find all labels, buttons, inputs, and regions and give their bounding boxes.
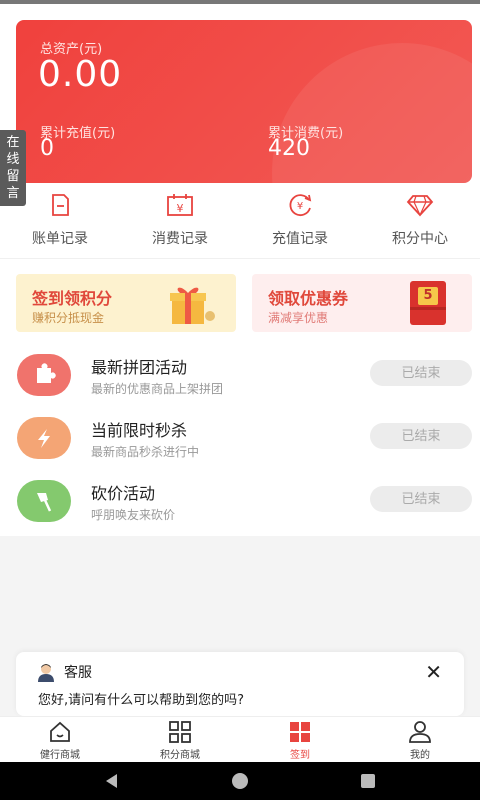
quick-item-recharge[interactable]: ¥ 充值记录 xyxy=(240,192,360,252)
puzzle-glyph xyxy=(37,363,56,383)
customer-service-popup[interactable]: 客服 ✕ 您好,请问有什么可以帮助到您的吗? xyxy=(16,652,464,716)
quick-item-consumption[interactable]: ¥ 消费记录 xyxy=(120,192,240,252)
axe-icon xyxy=(17,480,71,522)
lightning-icon xyxy=(17,417,71,459)
tab-label: 签到 xyxy=(290,750,310,761)
bill-icon xyxy=(52,194,69,216)
red-envelope-icon: 5 xyxy=(410,281,446,325)
coupon-title: 领取优惠券 xyxy=(268,289,349,308)
diamond-icon xyxy=(406,195,434,217)
tab-label: 我的 xyxy=(410,750,430,761)
user-icon xyxy=(409,721,431,743)
calendar-yen-icon: ¥ xyxy=(167,194,193,216)
home-circle-icon[interactable] xyxy=(231,772,249,790)
quick-item-label: 充值记录 xyxy=(272,231,328,247)
section-divider xyxy=(0,258,480,259)
envelope-badge: 5 xyxy=(418,287,438,305)
total-assets-value: 0.00 xyxy=(38,54,123,95)
svg-text:¥: ¥ xyxy=(177,202,184,215)
agent-avatar-icon xyxy=(38,664,54,682)
back-icon[interactable] xyxy=(103,772,121,790)
activity-group-buy[interactable]: 最新拼团活动 最新的优惠商品上架拼团 已结束 xyxy=(0,350,480,406)
tab-label: 健行商城 xyxy=(40,750,80,761)
tab-label: 积分商城 xyxy=(160,750,200,761)
coupon-subtitle: 满减享优惠 xyxy=(268,311,329,325)
activity-title: 砍价活动 xyxy=(91,484,156,503)
coupon-card[interactable]: 领取优惠券 满减享优惠 5 xyxy=(252,274,472,332)
home-icon xyxy=(50,721,70,742)
card-decoration xyxy=(272,43,472,183)
activity-subtitle: 最新的优惠商品上架拼团 xyxy=(91,382,224,396)
activity-flash-sale[interactable]: 当前限时秒杀 最新商品秒杀进行中 已结束 xyxy=(0,413,480,469)
gift-box-icon xyxy=(170,287,215,324)
recents-icon[interactable] xyxy=(359,772,377,790)
bottom-tab-bar: 健行商城 积分商城 签到 我的 xyxy=(0,716,480,762)
chat-title: 客服 xyxy=(64,665,92,681)
lightning-glyph xyxy=(38,429,50,448)
axe-glyph xyxy=(37,493,52,512)
activity-title: 最新拼团活动 xyxy=(91,358,188,377)
activity-status-button[interactable]: 已结束 xyxy=(370,360,472,386)
quick-item-bills[interactable]: 账单记录 xyxy=(0,192,120,252)
quick-item-label: 消费记录 xyxy=(152,231,208,247)
quick-item-label: 账单记录 xyxy=(32,231,88,247)
puzzle-icon xyxy=(17,354,71,396)
sign-in-subtitle: 赚积分抵现金 xyxy=(32,311,105,325)
checkin-icon xyxy=(290,722,310,742)
chat-message: 您好,请问有什么可以帮助到您的吗? xyxy=(38,693,245,708)
system-navigation-bar xyxy=(0,762,480,800)
tab-check-in[interactable]: 签到 xyxy=(240,717,360,762)
activity-status-button[interactable]: 已结束 xyxy=(370,423,472,449)
activity-subtitle: 最新商品秒杀进行中 xyxy=(91,445,200,459)
tab-mine[interactable]: 我的 xyxy=(360,717,480,762)
activity-bargain[interactable]: 砍价活动 呼朋唤友来砍价 已结束 xyxy=(0,476,480,532)
quick-menu: 账单记录 ¥ 消费记录 ¥ 充值记录 积分中心 xyxy=(0,192,480,252)
balance-card: 总资产(元) 0.00 累计充值(元) 0 累计消费(元) 420 xyxy=(16,20,472,183)
envelope-flap xyxy=(410,307,446,310)
quick-item-points[interactable]: 积分中心 xyxy=(360,192,480,252)
tab-home[interactable]: 健行商城 xyxy=(0,717,120,762)
quick-item-label: 积分中心 xyxy=(392,231,448,247)
total-consume-value: 420 xyxy=(268,136,310,161)
activity-status-button[interactable]: 已结束 xyxy=(370,486,472,512)
sign-in-points-card[interactable]: 签到领积分 赚积分抵现金 xyxy=(16,274,236,332)
sign-in-title: 签到领积分 xyxy=(32,289,113,308)
activity-subtitle: 呼朋唤友来砍价 xyxy=(91,508,176,522)
tab-points-mall[interactable]: 积分商城 xyxy=(120,717,240,762)
activity-title: 当前限时秒杀 xyxy=(91,421,188,440)
svg-text:¥: ¥ xyxy=(297,201,303,212)
total-recharge-value: 0 xyxy=(40,136,54,161)
recharge-icon: ¥ xyxy=(289,194,312,217)
grid-icon xyxy=(169,721,191,743)
close-icon[interactable]: ✕ xyxy=(425,660,442,684)
